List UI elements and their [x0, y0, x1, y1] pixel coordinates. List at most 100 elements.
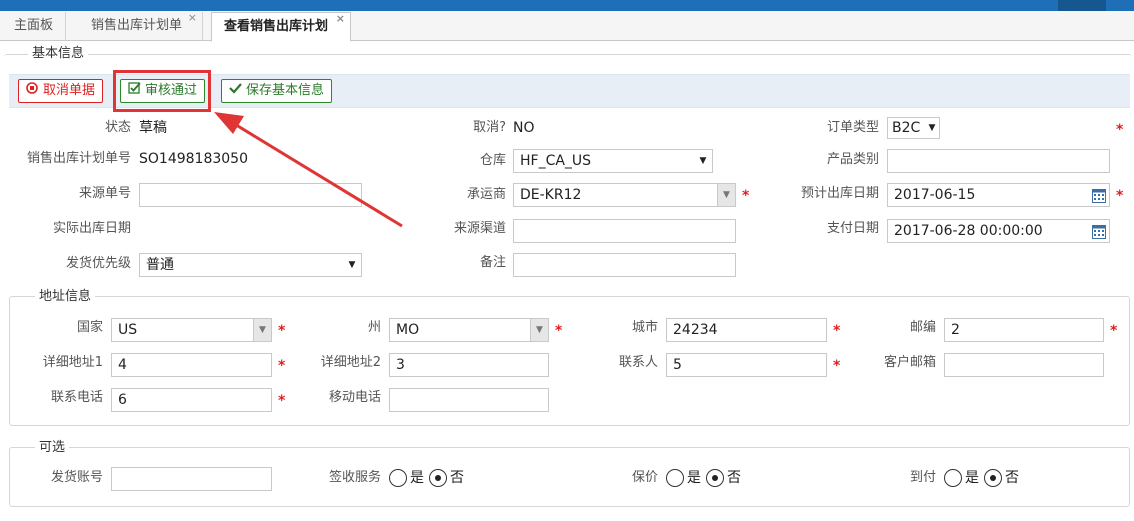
channel-label: 来源渠道 — [453, 221, 506, 236]
required-marker: * — [1116, 188, 1124, 204]
actual-date-label: 实际出库日期 — [52, 221, 131, 236]
address-legend: 地址信息 — [35, 289, 96, 305]
contact-input[interactable]: 5 — [666, 353, 827, 377]
cancelled-label: 取消? — [473, 120, 506, 135]
warehouse-value: HF_CA_US — [520, 153, 592, 169]
zip-input[interactable]: 2 — [944, 318, 1104, 342]
insurance-no-label: 否 — [727, 470, 741, 486]
priority-value: 普通 — [146, 257, 174, 273]
plan-no-label: 销售出库计划单号 — [26, 151, 131, 166]
contact-label: 联系人 — [618, 355, 658, 370]
ship-account-label: 发货账号 — [50, 470, 103, 485]
combo-arrow-icon[interactable]: ▼ — [717, 184, 735, 206]
order-type-select[interactable]: B2C ▼ — [887, 117, 940, 139]
tab-label: 查看销售出库计划 — [224, 19, 329, 34]
combo-arrow-icon[interactable]: ▼ — [253, 319, 271, 341]
priority-select[interactable]: 普通 ▼ — [139, 253, 362, 277]
address1-input[interactable]: 4 — [111, 353, 272, 377]
ship-account-input[interactable] — [111, 467, 272, 491]
zip-label: 邮编 — [909, 320, 936, 335]
plan-date-label: 预计出库日期 — [800, 186, 879, 201]
address2-input[interactable]: 3 — [389, 353, 549, 377]
carrier-combobox[interactable]: DE-KR12 ▼ — [513, 183, 736, 207]
checkmark-icon — [228, 80, 242, 102]
plan-date-value: 2017-06-15 — [894, 187, 976, 203]
calendar-icon[interactable] — [1092, 187, 1106, 203]
tab-label: 主面板 — [14, 18, 54, 33]
warehouse-label: 仓库 — [479, 153, 506, 168]
country-label: 国家 — [76, 320, 103, 335]
source-no-label: 来源单号 — [78, 186, 131, 201]
address2-label: 详细地址2 — [320, 355, 381, 370]
order-type-value: B2C — [892, 120, 921, 136]
required-marker: * — [555, 323, 563, 339]
insurance-yes-radio[interactable] — [666, 469, 684, 487]
insurance-yes-label: 是 — [687, 470, 701, 486]
mobile-label: 移动电话 — [328, 390, 381, 405]
required-marker: * — [742, 188, 750, 204]
cod-yes-label: 是 — [965, 470, 979, 486]
tab-sales-outbound-plans[interactable]: 销售出库计划单 × — [79, 12, 204, 41]
country-combobox[interactable]: US ▼ — [111, 318, 272, 342]
dropdown-arrow-icon: ▼ — [928, 123, 936, 133]
required-marker: * — [1110, 323, 1118, 339]
close-icon[interactable]: × — [188, 12, 197, 24]
remark-label: 备注 — [479, 255, 506, 270]
signature-yes-radio[interactable] — [389, 469, 407, 487]
city-input[interactable]: 24234 — [666, 318, 827, 342]
warehouse-select[interactable]: HF_CA_US ▼ — [513, 149, 713, 173]
phone-input[interactable]: 6 — [111, 388, 272, 412]
header-active-block — [1058, 0, 1106, 11]
annotation-highlight-box — [113, 70, 211, 112]
signature-no-radio[interactable] — [429, 469, 447, 487]
state-combobox[interactable]: MO ▼ — [389, 318, 549, 342]
cancelled-value: NO — [513, 120, 535, 136]
carrier-label: 承运商 — [466, 187, 506, 202]
combo-arrow-icon[interactable]: ▼ — [530, 319, 548, 341]
plan-date-input[interactable]: 2017-06-15 — [887, 183, 1110, 207]
pay-date-input[interactable]: 2017-06-28 00:00:00 — [887, 219, 1110, 243]
pay-date-label: 支付日期 — [826, 221, 879, 236]
insurance-label: 保价 — [631, 470, 658, 485]
pay-date-value: 2017-06-28 00:00:00 — [894, 223, 1043, 239]
signature-yes-label: 是 — [410, 470, 424, 486]
required-marker: * — [278, 323, 286, 339]
dropdown-arrow-icon: ▼ — [699, 156, 707, 166]
save-basic-info-label: 保存基本信息 — [246, 83, 325, 98]
cod-no-radio[interactable] — [984, 469, 1002, 487]
required-marker: * — [278, 358, 286, 374]
annotation-arrow-icon — [214, 112, 403, 228]
stop-circle-icon — [25, 80, 39, 102]
email-label: 客户邮箱 — [883, 355, 936, 370]
country-value: US — [118, 322, 138, 338]
close-icon[interactable]: × — [336, 13, 345, 25]
required-marker: * — [278, 393, 286, 409]
required-marker: * — [1116, 122, 1124, 138]
tab-dashboard[interactable]: 主面板 — [2, 12, 67, 41]
address1-label: 详细地址1 — [42, 355, 103, 370]
priority-label: 发货优先级 — [65, 256, 131, 271]
email-input[interactable] — [944, 353, 1104, 377]
cod-label: 到付 — [909, 470, 936, 485]
tab-view-sales-outbound-plan[interactable]: 查看销售出库计划 × — [211, 12, 352, 42]
cod-yes-radio[interactable] — [944, 469, 962, 487]
state-value: MO — [396, 322, 420, 338]
signature-label: 签收服务 — [328, 470, 381, 485]
tab-label: 销售出库计划单 — [91, 18, 183, 33]
status-value: 草稿 — [139, 120, 167, 136]
product-category-label: 产品类别 — [826, 152, 879, 167]
required-marker: * — [833, 323, 841, 339]
calendar-icon[interactable] — [1092, 223, 1106, 239]
channel-input[interactable] — [513, 219, 736, 243]
basic-info-legend: 基本信息 — [28, 46, 89, 62]
dropdown-arrow-icon: ▼ — [348, 260, 356, 270]
optional-legend: 可选 — [35, 440, 70, 456]
state-label: 州 — [367, 320, 381, 335]
remark-input[interactable] — [513, 253, 736, 277]
cod-no-label: 否 — [1005, 470, 1019, 486]
mobile-input[interactable] — [389, 388, 549, 412]
signature-no-label: 否 — [450, 470, 464, 486]
cancel-order-button[interactable]: 取消单据 — [18, 79, 104, 103]
insurance-no-radio[interactable] — [706, 469, 724, 487]
product-category-input[interactable] — [887, 149, 1110, 173]
